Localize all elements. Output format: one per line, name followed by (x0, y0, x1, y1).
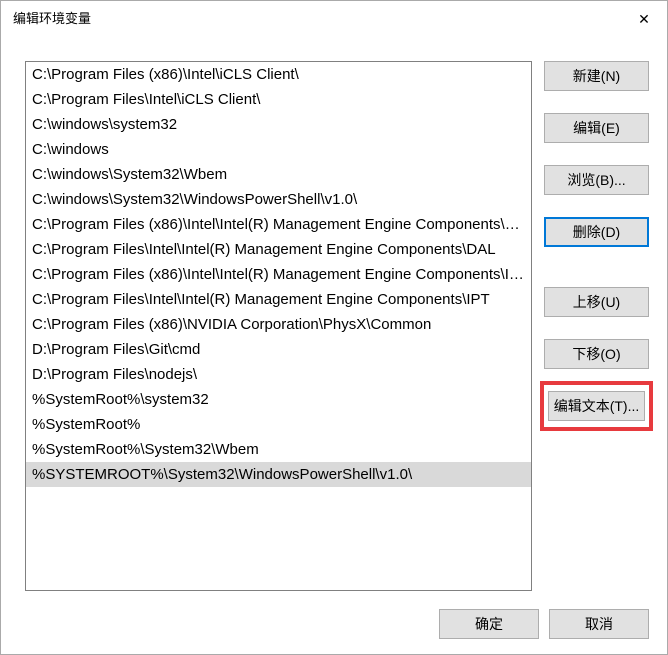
dialog-footer: 确定 取消 (1, 603, 667, 655)
list-item[interactable]: C:\Program Files (x86)\Intel\Intel(R) Ma… (26, 212, 531, 237)
list-item[interactable]: D:\Program Files\Git\cmd (26, 337, 531, 362)
edit-text-button[interactable]: 编辑文本(T)... (548, 391, 645, 421)
list-item[interactable]: C:\Program Files\Intel\iCLS Client\ (26, 87, 531, 112)
list-item[interactable]: C:\Program Files (x86)\Intel\Intel(R) Ma… (26, 262, 531, 287)
list-item[interactable]: C:\Program Files (x86)\Intel\iCLS Client… (26, 62, 531, 87)
delete-button[interactable]: 删除(D) (544, 217, 649, 247)
dialog-content: C:\Program Files (x86)\Intel\iCLS Client… (1, 37, 667, 603)
edit-text-highlight: 编辑文本(T)... (540, 381, 653, 431)
list-item[interactable]: C:\Program Files\Intel\Intel(R) Manageme… (26, 237, 531, 262)
titlebar-title: 编辑环境变量 (13, 1, 91, 37)
move-down-button[interactable]: 下移(O) (544, 339, 649, 369)
titlebar: 编辑环境变量 ✕ (1, 1, 667, 37)
list-item[interactable]: D:\Program Files\nodejs\ (26, 362, 531, 387)
edit-button[interactable]: 编辑(E) (544, 113, 649, 143)
list-item[interactable]: C:\windows\System32\WindowsPowerShell\v1… (26, 187, 531, 212)
list-item[interactable]: %SystemRoot%\system32 (26, 387, 531, 412)
new-button[interactable]: 新建(N) (544, 61, 649, 91)
ok-button[interactable]: 确定 (439, 609, 539, 639)
close-icon: ✕ (638, 11, 650, 28)
list-item[interactable]: %SystemRoot% (26, 412, 531, 437)
list-item[interactable]: C:\windows\system32 (26, 112, 531, 137)
move-up-button[interactable]: 上移(U) (544, 287, 649, 317)
list-item[interactable]: %SYSTEMROOT%\System32\WindowsPowerShell\… (26, 462, 531, 487)
side-buttons: 新建(N) 编辑(E) 浏览(B)... 删除(D) 上移(U) 下移(O) 编… (544, 61, 649, 591)
list-item[interactable]: C:\Program Files\Intel\Intel(R) Manageme… (26, 287, 531, 312)
list-item[interactable]: %SystemRoot%\System32\Wbem (26, 437, 531, 462)
path-listbox[interactable]: C:\Program Files (x86)\Intel\iCLS Client… (25, 61, 532, 591)
browse-button[interactable]: 浏览(B)... (544, 165, 649, 195)
dialog-window: 编辑环境变量 ✕ C:\Program Files (x86)\Intel\iC… (0, 0, 668, 655)
list-item[interactable]: C:\windows (26, 137, 531, 162)
list-item[interactable]: C:\windows\System32\Wbem (26, 162, 531, 187)
cancel-button[interactable]: 取消 (549, 609, 649, 639)
list-item[interactable]: C:\Program Files (x86)\NVIDIA Corporatio… (26, 312, 531, 337)
close-button[interactable]: ✕ (621, 1, 667, 37)
